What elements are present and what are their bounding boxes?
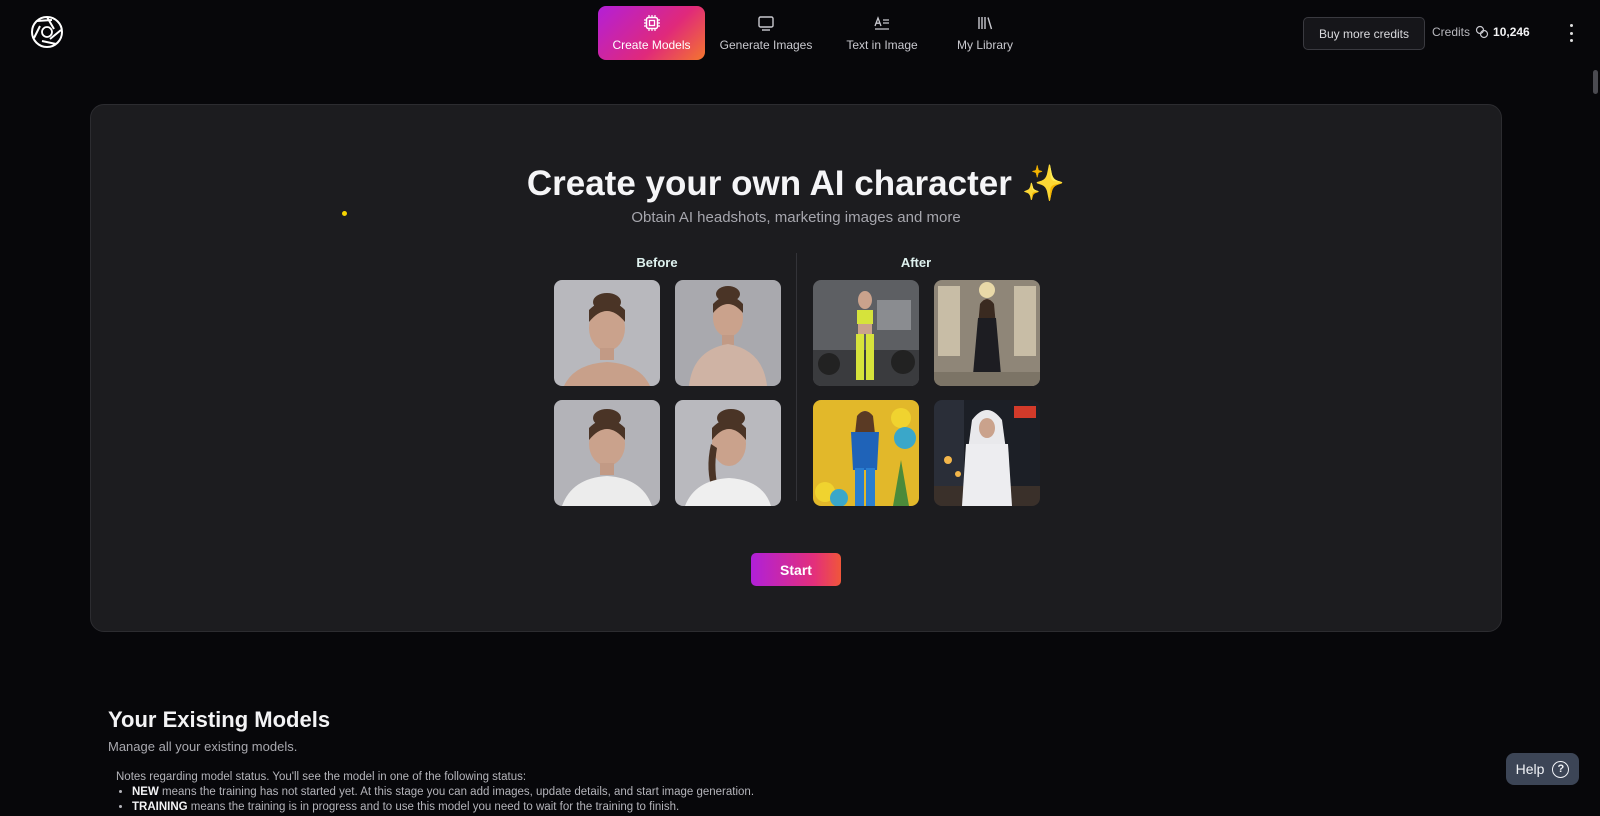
nav-my-library[interactable]: My Library bbox=[937, 6, 1033, 60]
column-divider bbox=[796, 253, 797, 501]
after-photo-party bbox=[813, 400, 919, 506]
status-name: NEW bbox=[132, 786, 159, 798]
chip-icon bbox=[643, 15, 660, 31]
status-item: NEW means the training has not started y… bbox=[132, 786, 754, 798]
nav-create-models[interactable]: Create Models bbox=[598, 6, 705, 60]
credits-value: 10,246 bbox=[1493, 25, 1530, 39]
model-status-notes: Notes regarding model status. You'll see… bbox=[116, 771, 754, 816]
after-photo-gym bbox=[813, 280, 919, 386]
buy-credits-button[interactable]: Buy more credits bbox=[1303, 17, 1425, 50]
existing-models-title: Your Existing Models bbox=[108, 707, 331, 732]
coins-icon bbox=[1475, 25, 1489, 39]
before-photo-1 bbox=[554, 280, 660, 386]
status-desc: means the training has not started yet. … bbox=[162, 786, 755, 798]
before-photo-2 bbox=[675, 280, 781, 386]
aperture-logo-icon[interactable] bbox=[30, 15, 64, 49]
credits-display: Credits 10,246 bbox=[1432, 25, 1530, 39]
before-label: Before bbox=[636, 255, 678, 270]
more-options-icon[interactable] bbox=[1566, 24, 1576, 42]
status-list: NEW means the training has not started y… bbox=[132, 786, 754, 813]
after-photo-ballroom bbox=[934, 280, 1040, 386]
status-name: TRAINING bbox=[132, 801, 188, 813]
text-image-icon bbox=[874, 16, 889, 30]
help-button[interactable]: Help ? bbox=[1506, 753, 1579, 785]
start-button[interactable]: Start bbox=[751, 553, 841, 586]
nav-label: My Library bbox=[956, 38, 1013, 52]
help-label: Help bbox=[1515, 761, 1545, 777]
nav-generate-images[interactable]: Generate Images bbox=[705, 6, 827, 60]
status-desc: means the training is in progress and to… bbox=[190, 801, 680, 813]
before-photo-3 bbox=[554, 400, 660, 506]
hero-panel: Create your own AI character ✨ Obtain AI… bbox=[90, 104, 1502, 632]
nav-label: Text in Image bbox=[846, 38, 918, 52]
nav-label: Create Models bbox=[612, 38, 691, 52]
status-item: TRAINING means the training is in progre… bbox=[132, 801, 754, 813]
after-photo-city-night bbox=[934, 400, 1040, 506]
main-nav: Create Models Generate Images Text in Im… bbox=[598, 6, 1033, 60]
notes-intro: Notes regarding model status. You'll see… bbox=[116, 771, 527, 783]
library-icon bbox=[978, 17, 993, 30]
nav-text-in-image[interactable]: Text in Image bbox=[827, 6, 937, 60]
question-mark-icon: ? bbox=[1552, 760, 1570, 778]
scrollbar-thumb[interactable] bbox=[1593, 70, 1598, 94]
existing-models-subtitle: Manage all your existing models. bbox=[108, 739, 298, 754]
image-frame-icon bbox=[758, 16, 774, 31]
hero-subtitle: Obtain AI headshots, marketing images an… bbox=[631, 209, 961, 226]
credits-label: Credits bbox=[1432, 25, 1471, 39]
after-label: After bbox=[900, 255, 932, 270]
before-photo-4 bbox=[675, 400, 781, 506]
top-bar: Create Models Generate Images Text in Im… bbox=[0, 0, 1600, 66]
hero-title: Create your own AI character ✨ bbox=[526, 164, 1066, 203]
nav-label: Generate Images bbox=[719, 38, 813, 52]
decorative-dot bbox=[342, 211, 347, 216]
